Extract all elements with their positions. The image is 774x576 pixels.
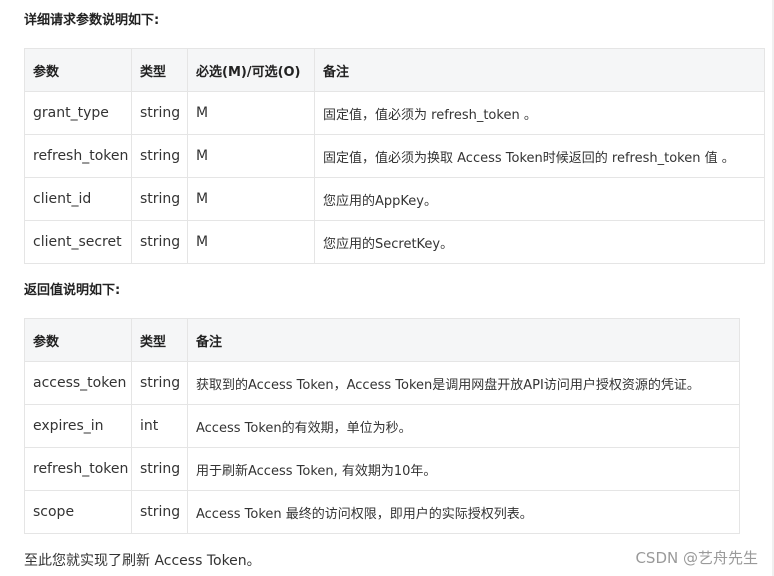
param-name: expires_in (24, 404, 132, 448)
table-row: refresh_token string M 固定值，值必须为换取 Access… (24, 134, 765, 178)
request-params-heading: 详细请求参数说明如下: (24, 13, 160, 28)
header-type: 类型 (131, 48, 188, 92)
header-required: 必选(M)/可选(O) (187, 48, 315, 92)
footer-text: 至此您就实现了刷新 Access Token。 (24, 553, 261, 569)
param-note: 您应用的AppKey。 (314, 177, 765, 221)
param-note: 您应用的SecretKey。 (314, 220, 765, 264)
param-type: string (131, 177, 188, 221)
document-page: 详细请求参数说明如下: 参数 类型 必选(M)/可选(O) 备注 grant_t… (0, 0, 774, 576)
table-row: scope string Access Token 最终的访问权限，即用户的实际… (24, 490, 740, 534)
param-type: string (131, 490, 188, 534)
table-row: grant_type string M 固定值，值必须为 refresh_tok… (24, 91, 765, 135)
param-note: 固定值，值必须为 refresh_token 。 (314, 91, 765, 135)
param-note: 获取到的Access Token，Access Token是调用网盘开放API访… (187, 361, 740, 405)
param-required: M (187, 177, 315, 221)
param-note: Access Token的有效期，单位为秒。 (187, 404, 740, 448)
param-type: int (131, 404, 188, 448)
table-row: expires_in int Access Token的有效期，单位为秒。 (24, 404, 740, 448)
table-row: access_token string 获取到的Access Token，Acc… (24, 361, 740, 405)
header-param: 参数 (24, 318, 132, 362)
header-note: 备注 (314, 48, 765, 92)
param-type: string (131, 447, 188, 491)
table-row: refresh_token string 用于刷新Access Token, 有… (24, 447, 740, 491)
param-name: grant_type (24, 91, 132, 135)
param-name: scope (24, 490, 132, 534)
table-row: client_secret string M 您应用的SecretKey。 (24, 220, 765, 264)
param-type: string (131, 91, 188, 135)
param-name: access_token (24, 361, 132, 405)
param-type: string (131, 361, 188, 405)
param-name: client_id (24, 177, 132, 221)
header-type: 类型 (131, 318, 188, 362)
table-header-row: 参数 类型 备注 (24, 318, 740, 362)
param-name: client_secret (24, 220, 132, 264)
watermark: CSDN @艺舟先生 (635, 549, 758, 567)
param-note: Access Token 最终的访问权限，即用户的实际授权列表。 (187, 490, 740, 534)
param-note: 固定值，值必须为换取 Access Token时候返回的 refresh_tok… (314, 134, 765, 178)
param-required: M (187, 220, 315, 264)
param-name: refresh_token (24, 134, 132, 178)
param-note: 用于刷新Access Token, 有效期为10年。 (187, 447, 740, 491)
table-header-row: 参数 类型 必选(M)/可选(O) 备注 (24, 48, 765, 92)
param-name: refresh_token (24, 447, 132, 491)
param-required: M (187, 91, 315, 135)
response-values-heading: 返回值说明如下: (24, 283, 121, 298)
header-note: 备注 (187, 318, 740, 362)
param-type: string (131, 134, 188, 178)
table-row: client_id string M 您应用的AppKey。 (24, 177, 765, 221)
param-required: M (187, 134, 315, 178)
response-values-table: 参数 类型 备注 access_token string 获取到的Access … (24, 318, 740, 534)
header-param: 参数 (24, 48, 132, 92)
param-type: string (131, 220, 188, 264)
request-params-table: 参数 类型 必选(M)/可选(O) 备注 grant_type string M… (24, 48, 765, 264)
